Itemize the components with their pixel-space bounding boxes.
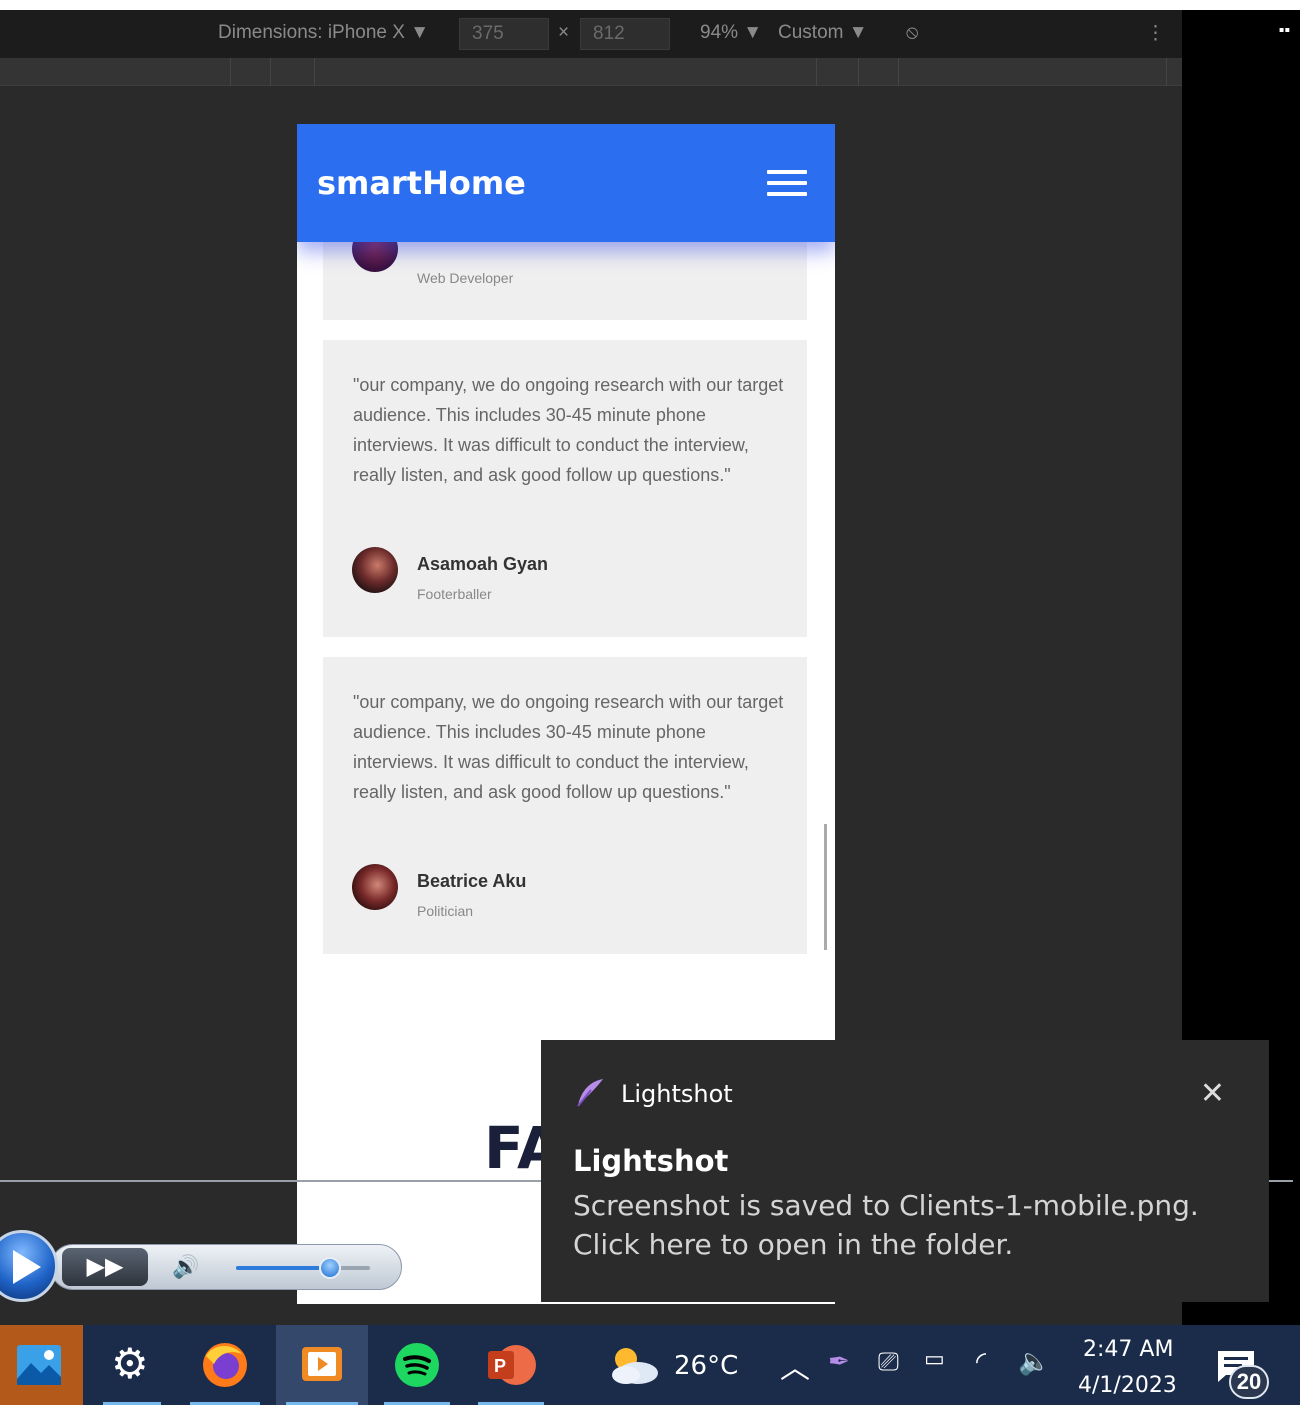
testimonial-role: Footerballer — [417, 586, 492, 602]
dimensions-dropdown[interactable]: Dimensions: iPhone X ▼ — [218, 22, 429, 44]
testimonial-role: Web Developer — [417, 270, 514, 286]
times-sign: × — [558, 22, 570, 43]
close-icon[interactable]: ✕ — [1200, 1076, 1225, 1111]
more-options-icon[interactable]: ⋮ — [1146, 22, 1165, 45]
weather-icon[interactable] — [606, 1343, 660, 1387]
lightshot-notification[interactable]: Lightshot ✕ Lightshot Screenshot is save… — [541, 1040, 1269, 1302]
taskbar: ⚙ P 26°C ︿ ✒ ⎚ ▭ ◜ 🔈 2:47 AM 4/1/2023 20 — [0, 1325, 1300, 1405]
notification-title: Lightshot — [573, 1144, 729, 1178]
photos-icon — [17, 1345, 61, 1385]
play-button[interactable] — [0, 1230, 58, 1302]
testimonial-card: "our company, we do ongoing research wit… — [323, 657, 807, 954]
spotify-app-button[interactable] — [374, 1325, 460, 1405]
volume-level — [236, 1266, 330, 1270]
firefox-icon — [203, 1343, 247, 1387]
media-player-controls: ▶▶ 🔊 — [0, 1230, 404, 1306]
volume-knob[interactable] — [319, 1257, 341, 1279]
feather-icon — [577, 1079, 603, 1107]
firefox-app-button[interactable] — [180, 1325, 270, 1405]
notification-count-badge: 20 — [1229, 1365, 1269, 1399]
avatar — [352, 864, 398, 910]
media-player-icon — [302, 1347, 342, 1381]
settings-icon: ⚙ — [111, 1339, 149, 1388]
height-input[interactable]: 812 — [580, 18, 670, 50]
testimonial-role: Politician — [417, 903, 474, 919]
scrollbar[interactable] — [824, 824, 827, 950]
avatar — [352, 547, 398, 593]
zoom-dropdown[interactable]: 94% ▼ — [700, 22, 762, 44]
hamburger-menu-icon[interactable] — [767, 170, 807, 196]
testimonial-quote: "our company, we do ongoing research wit… — [353, 375, 784, 485]
battery-icon[interactable]: ▭ — [924, 1347, 945, 1372]
navbar: smartHome — [297, 124, 835, 242]
spotify-icon — [395, 1343, 439, 1387]
volume-icon[interactable]: 🔊 — [172, 1254, 199, 1280]
media-player-app-button[interactable] — [276, 1325, 368, 1405]
clock-date[interactable]: 4/1/2023 — [1078, 1373, 1177, 1398]
notification-body[interactable]: Screenshot is saved to Clients-1-mobile.… — [573, 1186, 1253, 1264]
powerpoint-icon: P — [488, 1345, 536, 1385]
svg-text:P: P — [494, 1356, 506, 1376]
weather-temperature[interactable]: 26°C — [674, 1351, 738, 1381]
rotate-icon[interactable]: ⦸ — [906, 22, 918, 44]
width-input[interactable]: 375 — [459, 18, 549, 50]
powerpoint-app-button[interactable]: P — [468, 1325, 554, 1405]
wifi-icon[interactable]: ◜ — [976, 1347, 986, 1377]
lightshot-tray-icon[interactable]: ✒ — [828, 1347, 850, 1377]
throttle-dropdown[interactable]: Custom ▼ — [778, 22, 868, 44]
fast-forward-button[interactable]: ▶▶ — [62, 1248, 148, 1286]
testimonial-quote: "our company, we do ongoing research wit… — [353, 692, 784, 802]
photos-app-button[interactable] — [0, 1325, 83, 1405]
brand-logo[interactable]: smartHome — [317, 164, 526, 202]
testimonial-name: Asamoah Gyan — [417, 554, 549, 574]
meet-now-icon[interactable]: ⎚ — [878, 1347, 899, 1378]
speaker-icon[interactable]: 🔈 — [1018, 1347, 1050, 1377]
show-hidden-icons-chevron-icon[interactable]: ︿ — [780, 1343, 810, 1387]
notification-app-name: Lightshot — [621, 1080, 733, 1108]
device-toolbar: Dimensions: iPhone X ▼ 375 × 812 94% ▼ C… — [0, 10, 1182, 58]
testimonial-card-partial: Web Developer — [323, 226, 807, 320]
media-query-ruler — [0, 58, 1182, 86]
settings-app-button[interactable]: ⚙ — [93, 1325, 171, 1405]
testimonial-card: "our company, we do ongoing research wit… — [323, 340, 807, 637]
testimonial-name: Beatrice Aku — [417, 871, 527, 891]
fullscreen-toggle-icon[interactable]: ▪▪ — [1279, 22, 1290, 40]
screen: Dimensions: iPhone X ▼ 375 × 812 94% ▼ C… — [0, 0, 1300, 1405]
clock-time[interactable]: 2:47 AM — [1083, 1337, 1173, 1362]
